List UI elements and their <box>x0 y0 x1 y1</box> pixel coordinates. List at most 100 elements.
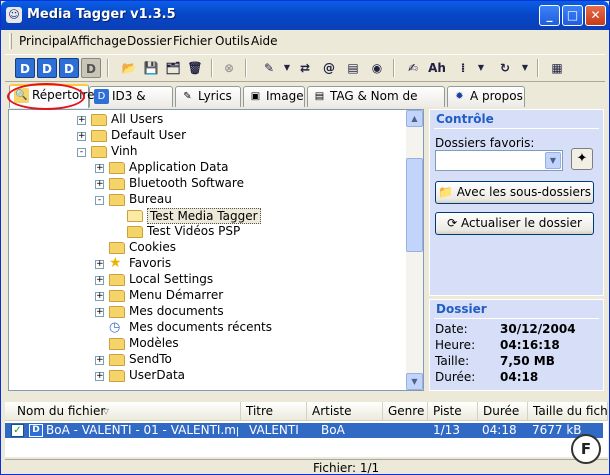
font-icon[interactable]: Ah <box>427 58 447 78</box>
open-icon[interactable]: 📂 <box>119 58 139 78</box>
column-header-titre[interactable]: Titre <box>241 402 307 421</box>
save-icon[interactable]: 💾 <box>141 58 161 78</box>
expand-icon[interactable]: + <box>95 308 104 317</box>
column-header-taille[interactable]: Taille du fichier <box>528 402 608 421</box>
expand-icon[interactable]: + <box>95 276 104 285</box>
folder-icon <box>109 178 125 190</box>
stop-icon[interactable]: ⊗ <box>219 58 239 78</box>
expand-icon[interactable]: + <box>95 356 104 365</box>
menu-aide[interactable]: Aide <box>251 34 278 48</box>
case-icon[interactable]: ↻ <box>495 58 515 78</box>
collapse-icon[interactable]: - <box>77 148 86 157</box>
tree-node[interactable]: - Vinh <box>9 144 405 160</box>
expand-icon[interactable]: + <box>95 372 104 381</box>
file-list[interactable]: ✓ D BoA - VALENTI - 01 - VALENTI.mp3 VAL… <box>5 421 608 457</box>
tree-node[interactable]: + ★ Favoris <box>9 255 405 272</box>
tree-node[interactable]: Test Media Tagger <box>9 208 405 224</box>
save-all-icon[interactable]: 🗂 <box>163 58 183 78</box>
expand-icon[interactable]: + <box>95 292 104 301</box>
expand-icon[interactable]: + <box>77 116 86 125</box>
title-bar[interactable]: ☺ Media Tagger v1.3.5 _ □ ✕ <box>1 1 609 30</box>
tree-node-label: Favoris <box>129 256 172 270</box>
ape-button[interactable]: D <box>59 58 79 78</box>
column-header-artiste[interactable]: Artiste <box>307 402 383 421</box>
scroll-down-icon[interactable]: ▼ <box>406 373 423 390</box>
tree-node[interactable]: + All Users <box>9 112 405 128</box>
tree-node[interactable]: + Application Data <box>9 160 405 176</box>
magic-wand-icon[interactable]: ✦ <box>571 148 593 170</box>
tree-node[interactable]: Cookies <box>9 240 405 256</box>
dossier-title: Dossier <box>436 302 487 316</box>
subfolders-button[interactable]: 📁 Avec les sous-dossiers <box>435 181 594 204</box>
tab-image[interactable]: ▣ Image <box>243 86 305 107</box>
table-row[interactable]: ✓ D BoA - VALENTI - 01 - VALENTI.mp3 VAL… <box>5 423 603 438</box>
tree-node[interactable]: + Mes documents <box>9 304 405 320</box>
tree-node[interactable]: + SendTo <box>9 352 405 368</box>
toolbar-separator <box>107 59 109 77</box>
refresh-folder-button[interactable]: ⟳ Actualiser le dossier <box>435 212 594 235</box>
renumber-icon[interactable]: ⁞ <box>453 58 473 78</box>
expand-icon[interactable]: + <box>95 164 104 173</box>
tab-lyrics[interactable]: ✎ Lyrics <box>175 86 241 107</box>
tree-scrollbar[interactable]: ▲ ▼ <box>406 110 423 390</box>
tag-copy-icon[interactable]: ⇄ <box>295 58 315 78</box>
tab-id3-ape[interactable]: D ID3 & APE <box>89 86 173 122</box>
chevron-down-icon[interactable]: ▼ <box>545 152 561 169</box>
tab-a-propos[interactable]: ✹ A propos <box>447 86 525 107</box>
pen-icon[interactable]: ✍ <box>403 58 423 78</box>
minimize-button[interactable]: _ <box>539 5 560 26</box>
panel-divider <box>434 318 599 319</box>
close-button[interactable]: ✕ <box>585 5 606 26</box>
tab-repertoire[interactable]: 🔍 Répertoire <box>9 84 95 108</box>
tag-web-icon[interactable]: @ <box>319 58 339 78</box>
tag-save-icon[interactable]: ▤ <box>343 58 363 78</box>
tree-node[interactable]: - Bureau <box>9 192 405 208</box>
recent-docs-icon: ◷ <box>109 320 121 335</box>
scroll-up-icon[interactable]: ▲ <box>406 110 423 127</box>
tag-edit-icon[interactable]: ✎ <box>259 58 279 78</box>
dossier-duree-value: 04:18 <box>500 370 539 384</box>
expand-icon[interactable]: + <box>95 180 104 189</box>
menu-outils[interactable]: Outils <box>215 34 250 48</box>
expand-icon[interactable]: + <box>95 260 104 269</box>
tree-node[interactable]: Modèles <box>9 336 405 352</box>
trash-icon[interactable]: 🗑 <box>185 58 205 78</box>
tree-node[interactable]: ◷ Mes documents récents <box>9 320 405 336</box>
lyrics-icon: ✎ <box>183 91 192 102</box>
tab-tag-filename[interactable]: ▤ TAG & Nom de fichier <box>307 86 445 122</box>
menu-dossier[interactable]: Dossier <box>127 34 172 48</box>
maximize-button[interactable]: □ <box>562 5 583 26</box>
folder-tree[interactable]: + All Users + Default User - Vinh + Application… <box>8 109 424 391</box>
folder-icon <box>109 370 125 382</box>
tree-node[interactable]: + Bluetooth Software <box>9 176 405 192</box>
row-checkbox[interactable]: ✓ <box>11 424 24 437</box>
cell-titre: VALENTI <box>249 423 299 437</box>
menu-fichier[interactable]: Fichier <box>173 34 212 48</box>
tree-node[interactable]: + Default User <box>9 128 405 144</box>
folder-icon <box>109 274 125 286</box>
column-header-genre[interactable]: Genre <box>383 402 428 421</box>
tree-node[interactable]: + Local Settings <box>9 272 405 288</box>
tree-node-label: Cookies <box>129 240 176 254</box>
tree-node[interactable]: Test Vidéos PSP <box>9 224 405 240</box>
lyrics-tag-button[interactable]: D <box>81 58 101 78</box>
chevron-down-icon[interactable]: ▼ <box>471 58 491 78</box>
tree-node[interactable]: + UserData <box>9 368 405 384</box>
expand-icon[interactable]: + <box>77 132 86 141</box>
collapse-icon[interactable]: - <box>95 196 104 205</box>
chevron-down-icon[interactable]: ▼ <box>277 58 297 78</box>
web-icon[interactable]: ◉ <box>367 58 387 78</box>
column-header-piste[interactable]: Piste <box>428 402 478 421</box>
star-icon: ★ <box>109 255 122 271</box>
menu-affichage[interactable]: Affichage <box>70 34 126 48</box>
column-header-filename[interactable]: Nom du fichier ▿ <box>5 402 241 421</box>
chevron-down-icon[interactable]: ▼ <box>515 58 535 78</box>
column-header-duree[interactable]: Durée <box>478 402 528 421</box>
columns-icon[interactable]: ▦ <box>547 58 567 78</box>
scroll-thumb[interactable] <box>406 158 423 252</box>
id3v1-button[interactable]: D <box>15 58 35 78</box>
tree-node[interactable]: + Menu Démarrer <box>9 288 405 304</box>
id3v2-button[interactable]: D <box>37 58 57 78</box>
menu-principal[interactable]: Principal <box>19 34 70 48</box>
favorites-select[interactable]: ▼ <box>435 150 563 171</box>
